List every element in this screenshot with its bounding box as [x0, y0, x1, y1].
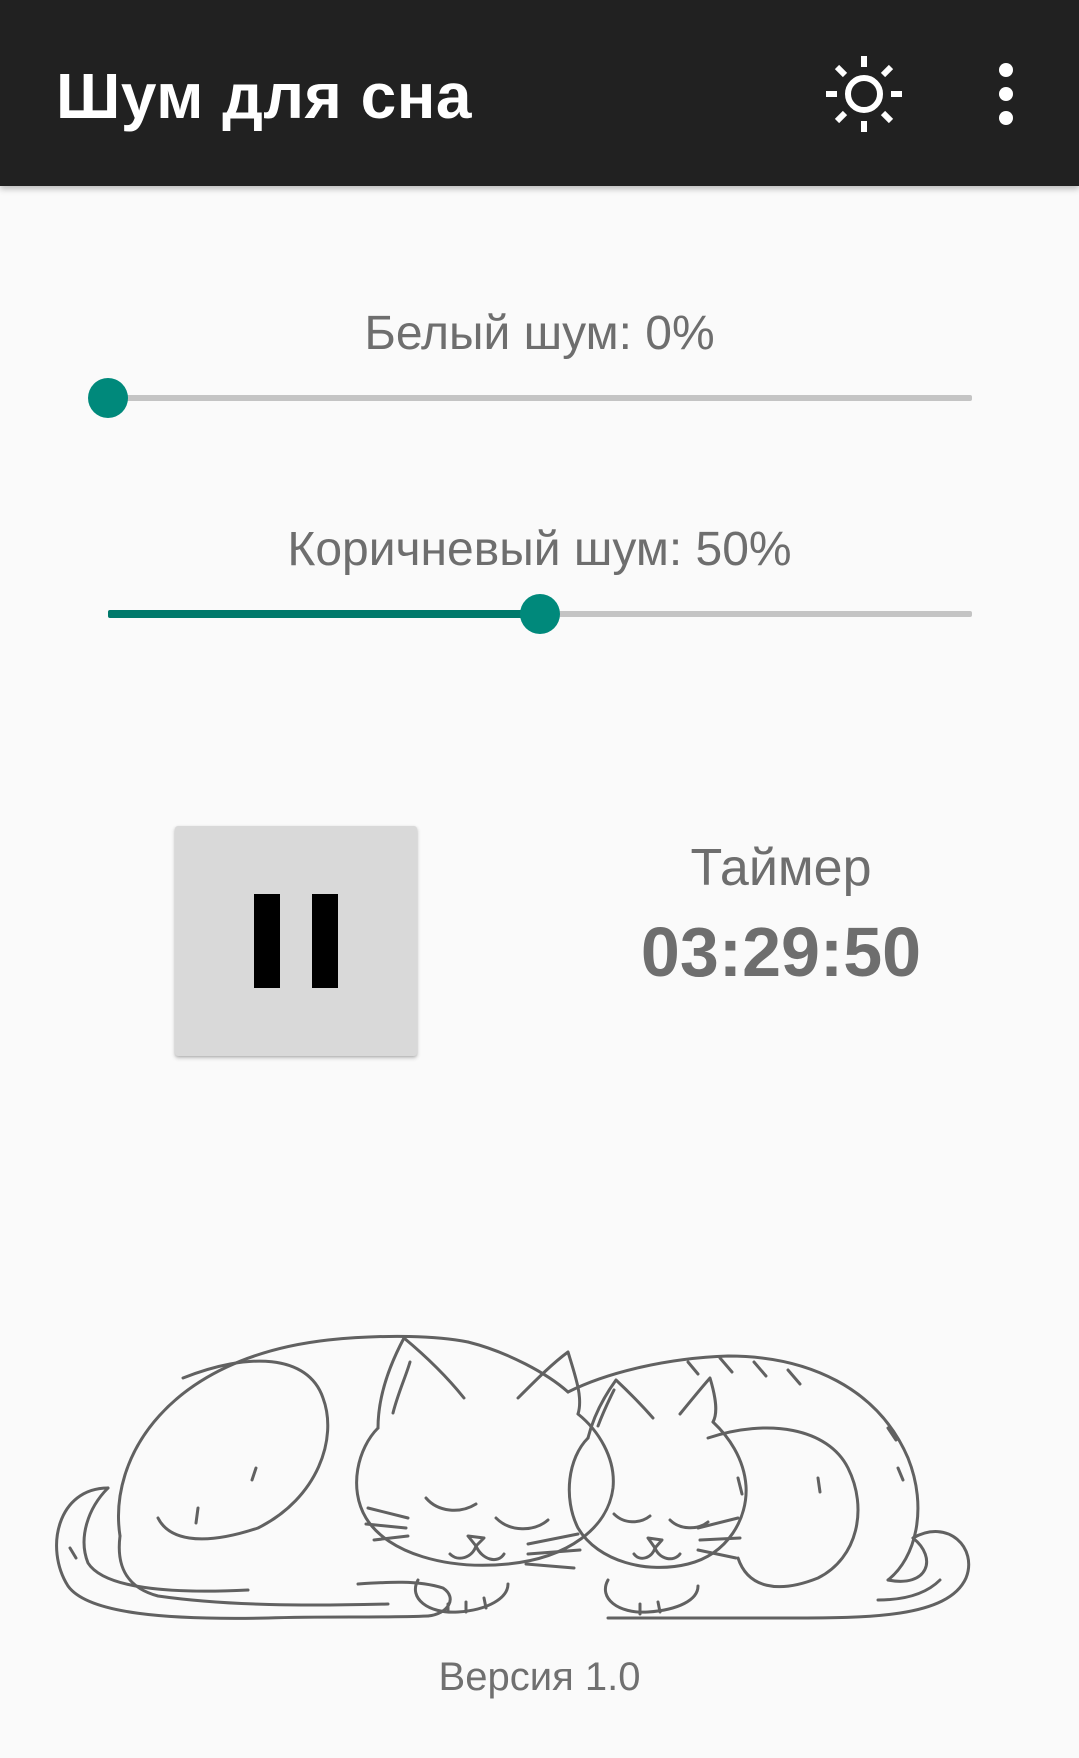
sleeping-cats-illustration: [55, 1334, 971, 1620]
theme-toggle-button[interactable]: [812, 42, 916, 146]
white-noise-label: Белый шум: 0%: [364, 307, 715, 360]
slider-thumb[interactable]: [520, 594, 560, 634]
brown-noise-slider[interactable]: [88, 584, 972, 644]
app-bar: Шум для сна: [0, 0, 1079, 186]
overflow-menu-button[interactable]: [964, 42, 1048, 146]
pause-icon: [254, 894, 338, 988]
timer-value[interactable]: 03:29:50: [581, 912, 981, 992]
slider-thumb[interactable]: [88, 378, 128, 418]
app-title: Шум для сна: [56, 60, 472, 132]
white-noise-slider[interactable]: [88, 368, 972, 428]
brown-noise-label: Коричневый шум: 50%: [287, 523, 792, 576]
slider-track: [108, 395, 972, 401]
play-pause-button[interactable]: [175, 826, 417, 1056]
slider-fill: [108, 610, 540, 618]
sun-icon: [826, 56, 902, 132]
timer-label: Таймер: [690, 839, 872, 897]
more-vert-icon: [999, 63, 1013, 125]
version-label: Версия 1.0: [438, 1655, 641, 1699]
